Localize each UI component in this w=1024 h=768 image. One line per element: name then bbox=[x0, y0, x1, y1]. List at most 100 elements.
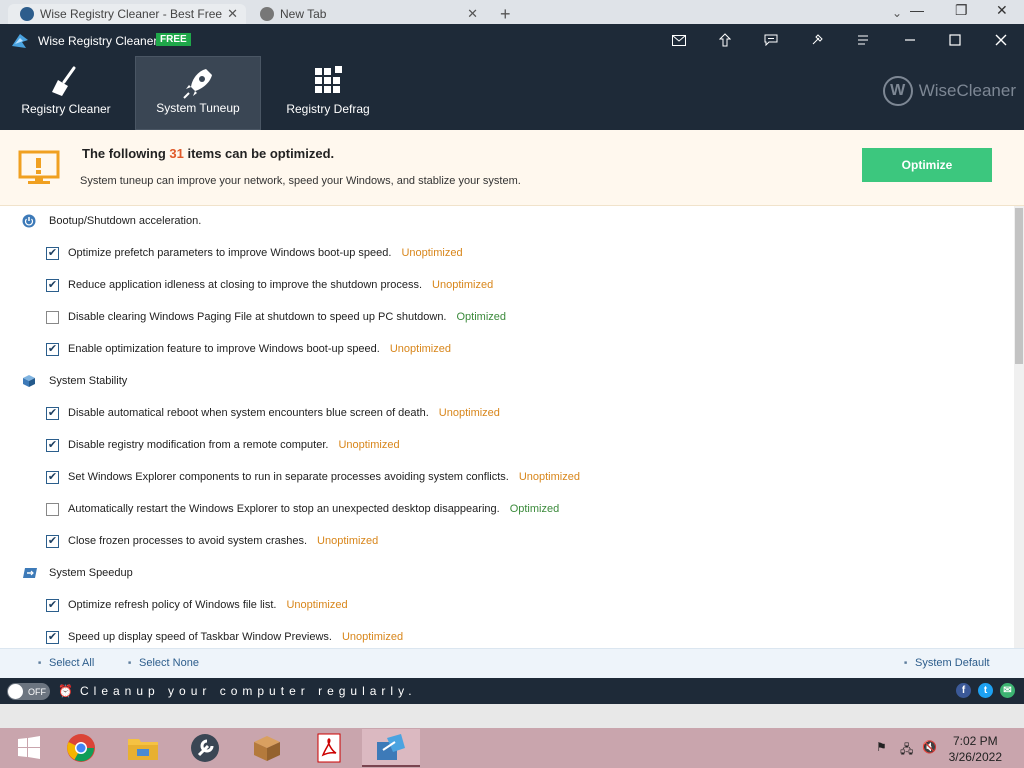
package-icon[interactable] bbox=[238, 729, 296, 767]
browser-minimize-button[interactable]: — bbox=[910, 2, 924, 18]
action-center-flag-icon[interactable]: ⚑ bbox=[876, 740, 887, 754]
feedback-icon[interactable] bbox=[761, 30, 781, 50]
volume-muted-icon[interactable]: 🔇 bbox=[922, 740, 937, 754]
section-title: System Stability bbox=[49, 375, 128, 387]
pdf-icon[interactable] bbox=[300, 729, 358, 767]
item-checkbox[interactable] bbox=[46, 343, 59, 356]
list-item[interactable]: Disable registry modification from a rem… bbox=[0, 430, 1014, 462]
power-icon bbox=[22, 214, 36, 228]
item-status: Unoptimized bbox=[338, 439, 400, 451]
item-checkbox[interactable] bbox=[46, 407, 59, 420]
list-item[interactable]: Optimize prefetch parameters to improve … bbox=[0, 238, 1014, 270]
skin-icon[interactable] bbox=[807, 30, 827, 50]
minimize-icon[interactable] bbox=[900, 30, 920, 50]
item-checkbox[interactable] bbox=[46, 247, 59, 260]
item-label: Speed up display speed of Taskbar Window… bbox=[68, 631, 332, 643]
list-item[interactable]: Automatically restart the Windows Explor… bbox=[0, 494, 1014, 526]
tools-icon[interactable] bbox=[176, 729, 234, 767]
chrome-icon[interactable] bbox=[52, 729, 110, 767]
section-title: System Speedup bbox=[49, 567, 133, 579]
item-status: Optimized bbox=[509, 503, 560, 515]
list-item[interactable]: Disable clearing Windows Paging File at … bbox=[0, 302, 1014, 334]
list-item[interactable]: Optimize refresh policy of Windows file … bbox=[0, 590, 1014, 622]
item-status: Optimized bbox=[456, 311, 507, 323]
item-checkbox[interactable] bbox=[46, 503, 59, 516]
optimize-button[interactable]: Optimize bbox=[862, 148, 992, 182]
app-logo-icon bbox=[12, 34, 28, 48]
facebook-icon[interactable]: f bbox=[956, 683, 971, 698]
list-item[interactable]: Reduce application idleness at closing t… bbox=[0, 270, 1014, 302]
wisecleaner-logo-icon: W bbox=[882, 76, 913, 106]
item-label: Set Windows Explorer components to run i… bbox=[68, 471, 509, 483]
selection-footer: Select All Select None System Default bbox=[0, 648, 1024, 678]
select-all-link[interactable]: Select All bbox=[38, 657, 94, 669]
taskbar-clock[interactable]: 7:02 PM 3/26/2022 bbox=[949, 733, 1002, 765]
tab-wise-registry-cleaner[interactable]: Wise Registry Cleaner - Best Free ✕ bbox=[8, 4, 246, 24]
item-label: Disable registry modification from a rem… bbox=[68, 439, 329, 451]
list-scrollbar[interactable] bbox=[1014, 206, 1024, 648]
item-checkbox[interactable] bbox=[46, 439, 59, 452]
list-item[interactable]: Enable optimization feature to improve W… bbox=[0, 334, 1014, 366]
speed-icon bbox=[23, 568, 37, 578]
chrome-favicon-icon bbox=[260, 7, 274, 21]
schedule-message: Cleanup your computer regularly. bbox=[80, 684, 417, 698]
list-item[interactable]: Close frozen processes to avoid system c… bbox=[0, 526, 1014, 558]
wise-favicon-icon bbox=[20, 7, 34, 21]
main-toolbar: Registry Cleaner System Tuneup Registry … bbox=[0, 56, 1024, 130]
list-item[interactable]: Speed up display speed of Taskbar Window… bbox=[0, 622, 1014, 648]
maximize-icon[interactable] bbox=[945, 30, 965, 50]
tool-label: Registry Defrag bbox=[286, 102, 370, 116]
item-label: Disable automatical reboot when system e… bbox=[68, 407, 429, 419]
schedule-toggle[interactable]: OFF bbox=[7, 683, 50, 700]
list-item[interactable]: Disable automatical reboot when system e… bbox=[0, 398, 1014, 430]
select-none-link[interactable]: Select None bbox=[128, 657, 199, 669]
file-explorer-icon[interactable] bbox=[114, 729, 172, 767]
close-icon[interactable] bbox=[991, 30, 1011, 50]
browser-close-button[interactable]: ✕ bbox=[996, 2, 1008, 19]
tool-label: Registry Cleaner bbox=[21, 102, 111, 116]
wisecleaner-brand[interactable]: W WiseCleaner bbox=[882, 76, 1016, 106]
tab-close-icon[interactable]: ✕ bbox=[227, 6, 238, 22]
broom-icon bbox=[52, 66, 76, 96]
toggle-knob bbox=[8, 684, 23, 699]
list-item[interactable]: Set Windows Explorer components to run i… bbox=[0, 462, 1014, 494]
item-checkbox[interactable] bbox=[46, 599, 59, 612]
optimizable-count: 31 bbox=[169, 146, 184, 161]
alarm-clock-icon: ⏰ bbox=[58, 684, 73, 698]
network-icon[interactable]: 🖧 bbox=[900, 740, 913, 761]
upload-icon[interactable] bbox=[715, 30, 735, 50]
menu-icon[interactable] bbox=[853, 30, 873, 50]
section-title: Bootup/Shutdown acceleration. bbox=[49, 215, 202, 227]
item-status: Unoptimized bbox=[432, 279, 494, 291]
item-checkbox[interactable] bbox=[46, 471, 59, 484]
system-default-link[interactable]: System Default bbox=[904, 657, 990, 669]
item-checkbox[interactable] bbox=[46, 535, 59, 548]
new-tab-button[interactable]: + bbox=[500, 4, 511, 25]
section-bootup-shutdown[interactable]: Bootup/Shutdown acceleration. bbox=[0, 206, 1014, 238]
section-system-stability[interactable]: System Stability bbox=[0, 366, 1014, 398]
twitter-icon[interactable]: t bbox=[978, 683, 993, 698]
item-label: Disable clearing Windows Paging File at … bbox=[68, 311, 447, 323]
tab-new-tab[interactable]: New Tab ✕ bbox=[248, 4, 486, 24]
title-bar: Wise Registry Cleaner X FREE bbox=[0, 24, 1024, 56]
section-system-speedup[interactable]: System Speedup bbox=[0, 558, 1014, 590]
optimization-banner: The following 31 items can be optimized.… bbox=[0, 130, 1024, 206]
clock-time: 7:02 PM bbox=[952, 734, 998, 748]
tool-registry-defrag[interactable]: Registry Defrag bbox=[265, 56, 391, 130]
tool-registry-cleaner[interactable]: Registry Cleaner bbox=[3, 56, 129, 130]
item-checkbox[interactable] bbox=[46, 631, 59, 644]
tab-search-chevron-icon[interactable]: ⌄ bbox=[892, 6, 902, 20]
item-checkbox[interactable] bbox=[46, 279, 59, 292]
tab-close-icon[interactable]: ✕ bbox=[467, 6, 478, 22]
tool-system-tuneup[interactable]: System Tuneup bbox=[135, 56, 261, 130]
browser-restore-button[interactable]: ❐ bbox=[955, 2, 968, 19]
item-checkbox[interactable] bbox=[46, 311, 59, 324]
tuneup-list: Bootup/Shutdown acceleration. Optimize p… bbox=[0, 206, 1014, 648]
scrollbar-thumb[interactable] bbox=[1015, 208, 1023, 364]
mail-icon[interactable] bbox=[669, 30, 689, 50]
monitor-warning-icon bbox=[18, 150, 60, 184]
email-icon[interactable]: ✉ bbox=[1000, 683, 1015, 698]
wise-registry-icon[interactable] bbox=[362, 729, 420, 767]
windows-start-icon[interactable] bbox=[0, 729, 58, 767]
headline-suffix: items can be optimized. bbox=[187, 146, 335, 161]
